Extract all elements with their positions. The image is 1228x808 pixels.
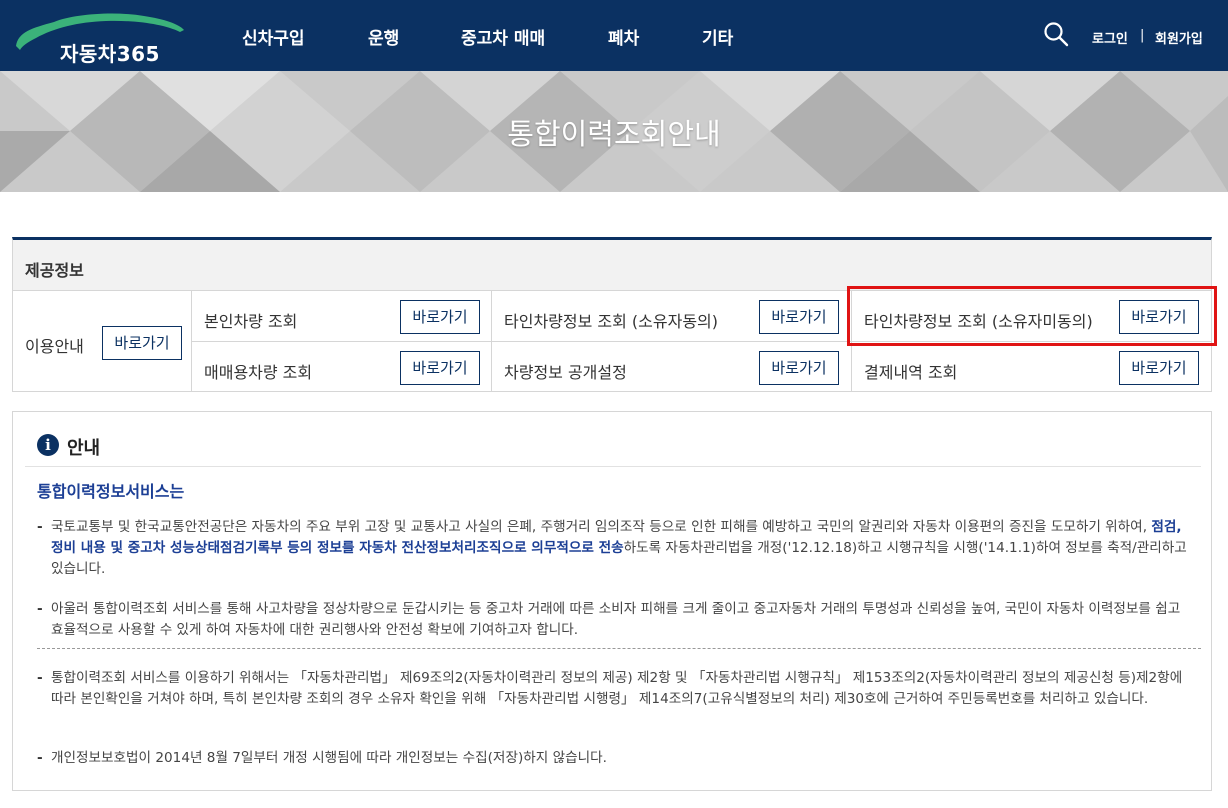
signup-link[interactable]: 회원가입 [1155,28,1203,47]
bullet-dash: - [37,601,43,617]
vehicle-disclosure-go-button[interactable]: 바로가기 [759,351,839,385]
page-title: 통합이력조회안내 [507,117,721,151]
notice-paragraph-2: - 아울러 통합이력조회 서비스를 통해 사고차량을 정상차량으로 둔갑시키는 … [37,599,1187,641]
site-logo[interactable]: 자동차365 [14,8,184,66]
paragraph-text: 국토교통부 및 한국교통안전공단은 자동차의 주요 부위 고장 및 교통사고 사… [37,517,1187,580]
nav-driving[interactable]: 운행 [368,24,399,49]
paragraph-text: 개인정보보호법이 2014년 8월 7일부터 개정 시행됨에 따라 개인정보는 … [51,750,607,766]
other-vehicle-consent-label: 타인차량정보 조회 (소유자동의) [504,312,719,331]
usage-label: 이용안내 [25,337,84,356]
vehicle-disclosure-label: 차량정보 공개설정 [504,363,627,382]
info-icon: i [37,434,59,456]
paragraph-text-part: 국토교통부 및 한국교통안전공단은 자동차의 주요 부위 고장 및 교통사고 사… [51,519,1152,535]
own-vehicle-go-button[interactable]: 바로가기 [400,300,480,334]
provide-info-heading: 제공정보 [25,261,84,280]
notice-divider [25,466,1201,467]
trade-vehicle-label: 매매용차량 조회 [204,363,313,382]
bullet-dash: - [37,670,43,686]
top-header: 자동차365 신차구입 운행 중고차 매매 폐차 기타 로그인 | 회원가입 [0,0,1228,71]
usage-go-button[interactable]: 바로가기 [102,326,182,360]
paragraph-text: 아울러 통합이력조회 서비스를 통해 사고차량을 정상차량으로 둔갑시키는 등 … [51,601,1181,638]
notice-panel: i 안내 통합이력정보서비스는 - 국토교통부 및 한국교통안전공단은 자동차의… [12,411,1212,791]
notice-paragraph-4: - 개인정보보호법이 2014년 8월 7일부터 개정 시행됨에 따라 개인정보… [37,748,1187,769]
bullet-dash: - [37,750,43,766]
search-icon[interactable] [1043,21,1069,47]
bullet-dash: - [37,519,43,535]
nav-etc[interactable]: 기타 [702,24,733,49]
nav-used-car[interactable]: 중고차 매매 [461,24,545,49]
provide-info-header: 제공정보 [13,240,1211,291]
nav-scrap[interactable]: 폐차 [608,24,639,49]
notice-paragraph-1: - 국토교통부 및 한국교통안전공단은 자동차의 주요 부위 고장 및 교통사고… [37,517,1187,580]
util-divider: | [1140,28,1145,43]
nav-new-car[interactable]: 신차구입 [242,24,305,49]
notice-title: 안내 [67,438,101,459]
login-link[interactable]: 로그인 [1092,28,1128,47]
page-banner: 통합이력조회안내 [0,71,1228,192]
own-vehicle-label: 본인차량 조회 [204,312,298,331]
payment-history-label: 결제내역 조회 [864,363,958,382]
logo-text: 자동차365 [60,42,160,66]
dotted-divider [37,648,1201,649]
notice-paragraph-3: - 통합이력조회 서비스를 이용하기 위해서는 「자동차관리법」 제69조의2(… [37,668,1187,710]
paragraph-text: 통합이력조회 서비스를 이용하기 위해서는 「자동차관리법」 제69조의2(자동… [51,670,1183,707]
payment-history-go-button[interactable]: 바로가기 [1119,351,1199,385]
highlight-box [847,286,1217,346]
notice-subtitle: 통합이력정보서비스는 [37,482,185,501]
trade-vehicle-go-button[interactable]: 바로가기 [400,351,480,385]
other-vehicle-consent-go-button[interactable]: 바로가기 [759,300,839,334]
